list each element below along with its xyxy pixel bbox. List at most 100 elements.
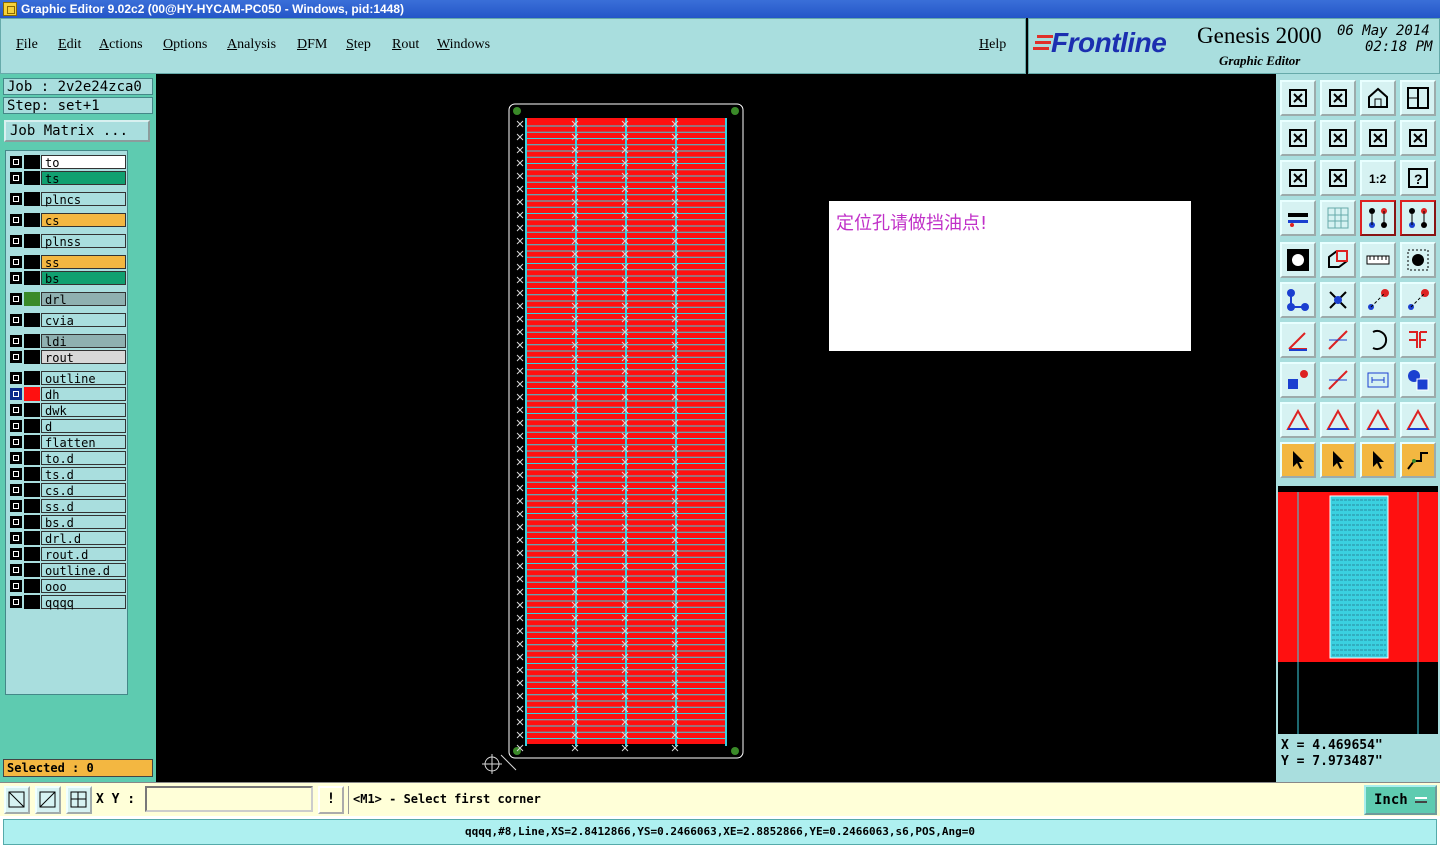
layer-color-swatch[interactable]	[24, 171, 40, 185]
triangle-b-button[interactable]	[1360, 402, 1396, 438]
layer-color-swatch[interactable]	[24, 467, 40, 481]
layer-row-cs[interactable]: cs	[8, 213, 127, 228]
menu-windows[interactable]: Windows	[437, 37, 490, 53]
layer-row-dwk[interactable]: dwk	[8, 403, 127, 418]
ruler-button[interactable]	[1360, 242, 1396, 278]
zoom-line-button[interactable]	[35, 786, 61, 814]
layer-color-swatch[interactable]	[24, 547, 40, 561]
menu-options[interactable]: Options	[163, 37, 207, 53]
layer-row-dh[interactable]: dh	[8, 387, 127, 402]
zoom-fit-button[interactable]	[1280, 160, 1316, 196]
layer-row-drl-d[interactable]: drl.d	[8, 531, 127, 546]
layer-row-drl[interactable]: drl	[8, 292, 127, 307]
net-nodes-button[interactable]	[1280, 282, 1316, 318]
window-split-button[interactable]	[1400, 80, 1436, 116]
circle-dot-button[interactable]	[1400, 242, 1436, 278]
zoom-center-button[interactable]	[1320, 160, 1356, 196]
layer-checkbox[interactable]	[10, 516, 22, 528]
grid-snap-button[interactable]	[66, 786, 92, 814]
menu-help[interactable]: Help	[979, 37, 1006, 53]
layer-color-swatch[interactable]	[24, 595, 40, 609]
menu-dfm[interactable]: DFM	[297, 37, 327, 53]
layer-checkbox[interactable]	[10, 404, 22, 416]
layer-checkbox[interactable]	[10, 388, 22, 400]
mirror-button[interactable]	[1360, 120, 1396, 156]
layer-row-to-d[interactable]: to.d	[8, 451, 127, 466]
layer-row-plnss[interactable]: plnss	[8, 234, 127, 249]
layer-checkbox[interactable]	[10, 420, 22, 432]
layer-checkbox[interactable]	[10, 564, 22, 576]
home-button[interactable]	[1360, 80, 1396, 116]
overview-map[interactable]	[1278, 486, 1438, 734]
layer-checkbox[interactable]	[10, 532, 22, 544]
layer-checkbox[interactable]	[10, 372, 22, 384]
flip-button[interactable]	[1400, 120, 1436, 156]
connect-red-button[interactable]	[1360, 282, 1396, 318]
layer-color-swatch[interactable]	[24, 192, 40, 206]
layer-row-rout-d[interactable]: rout.d	[8, 547, 127, 562]
layer-row-to[interactable]: to	[8, 155, 127, 170]
polygon-button[interactable]	[1320, 242, 1356, 278]
layer-checkbox[interactable]	[10, 293, 22, 305]
select-pad-button[interactable]	[1280, 362, 1316, 398]
layer-checkbox[interactable]	[10, 580, 22, 592]
grid-button[interactable]	[1320, 200, 1356, 236]
measure-button[interactable]	[1360, 362, 1396, 398]
layer-down-button[interactable]	[1320, 80, 1356, 116]
fence-button[interactable]	[1400, 322, 1436, 358]
layer-checkbox[interactable]	[10, 335, 22, 347]
layer-row-ooo[interactable]: ooo	[8, 579, 127, 594]
triangle-c-button[interactable]	[1400, 402, 1436, 438]
layer-row-plncs[interactable]: plncs	[8, 192, 127, 207]
layer-color-swatch[interactable]	[24, 313, 40, 327]
graphic-canvas[interactable]: 定位孔请做挡油点!	[156, 74, 1276, 782]
layer-color-swatch[interactable]	[24, 579, 40, 593]
layer-row-bs[interactable]: bs	[8, 271, 127, 286]
layer-checkbox[interactable]	[10, 548, 22, 560]
layer-checkbox[interactable]	[10, 468, 22, 480]
pointer-button[interactable]	[1280, 442, 1316, 478]
window-title-bar[interactable]: Graphic Editor 9.02c2 (00@HY-HYCAM-PC050…	[0, 0, 1440, 18]
layer-up-button[interactable]	[1280, 80, 1316, 116]
layer-checkbox[interactable]	[10, 351, 22, 363]
unit-selector[interactable]: Inch	[1364, 785, 1437, 815]
exclaim-button[interactable]: !	[318, 786, 344, 814]
layer-checkbox[interactable]	[10, 193, 22, 205]
layer-checkbox[interactable]	[10, 484, 22, 496]
layer-color-swatch[interactable]	[24, 403, 40, 417]
line-red-button[interactable]	[1320, 362, 1356, 398]
drill-tool-button[interactable]	[1280, 200, 1316, 236]
layer-color-swatch[interactable]	[24, 515, 40, 529]
layer-color-swatch[interactable]	[24, 271, 40, 285]
menu-file[interactable]: File	[16, 37, 38, 53]
angle-button[interactable]	[1280, 322, 1316, 358]
layer-row-flatten[interactable]: flatten	[8, 435, 127, 450]
zoom-area-button[interactable]	[4, 786, 30, 814]
group-button[interactable]	[1400, 362, 1436, 398]
layer-row-outline[interactable]: outline	[8, 371, 127, 386]
layer-row-ts-d[interactable]: ts.d	[8, 467, 127, 482]
layer-row-rout[interactable]: rout	[8, 350, 127, 365]
route-button[interactable]	[1400, 442, 1436, 478]
menu-actions[interactable]: Actions	[99, 37, 143, 53]
snap-red-active-button[interactable]	[1400, 200, 1436, 236]
layer-checkbox[interactable]	[10, 214, 22, 226]
layer-checkbox[interactable]	[10, 272, 22, 284]
layer-color-swatch[interactable]	[24, 435, 40, 449]
layer-row-ts[interactable]: ts	[8, 171, 127, 186]
pointer-circle-button[interactable]	[1360, 442, 1396, 478]
help-button[interactable]: ?	[1400, 160, 1436, 196]
layer-checkbox[interactable]	[10, 436, 22, 448]
connect-blue-button[interactable]	[1400, 282, 1436, 318]
layer-color-swatch[interactable]	[24, 255, 40, 269]
pad-button[interactable]	[1280, 242, 1316, 278]
layer-row-outline-d[interactable]: outline.d	[8, 563, 127, 578]
triangle-small-button[interactable]	[1280, 402, 1316, 438]
layer-checkbox[interactable]	[10, 500, 22, 512]
layer-color-swatch[interactable]	[24, 499, 40, 513]
layer-row-bs-d[interactable]: bs.d	[8, 515, 127, 530]
cross-x-button[interactable]	[1320, 282, 1356, 318]
layer-row-qqqq[interactable]: qqqq	[8, 595, 127, 610]
layer-color-swatch[interactable]	[24, 387, 40, 401]
menu-step[interactable]: Step	[346, 37, 371, 53]
